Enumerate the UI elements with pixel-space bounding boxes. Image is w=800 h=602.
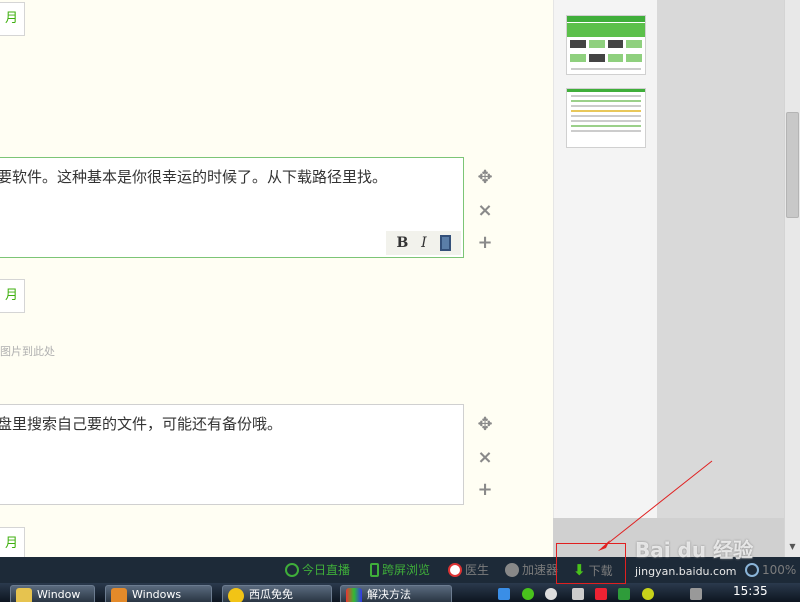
volume-tray-icon[interactable] [572, 588, 584, 600]
display-tray-icon[interactable] [690, 588, 702, 600]
step-text-box-2[interactable]: 盘里搜索自己要的文件，可能还有备份哦。 [0, 404, 464, 505]
task-label: Windows [132, 588, 182, 601]
status-label: 今日直播 [302, 563, 351, 577]
status-label: 加速器 [522, 563, 559, 577]
add-icon[interactable]: + [474, 479, 496, 501]
play-circle-icon [285, 563, 299, 577]
taskbar-window-4[interactable]: 解决方法 [340, 585, 452, 602]
update-tray-icon[interactable] [642, 588, 654, 600]
medical-cross-icon [448, 563, 462, 577]
add-icon[interactable]: + [474, 232, 496, 254]
watermelon-icon [228, 588, 244, 602]
add-step-button-middle[interactable]: 月 [0, 279, 25, 313]
scroll-down-arrow-icon[interactable]: ▼ [786, 540, 799, 554]
doctor-button[interactable]: 医生 [448, 561, 489, 579]
taskbar-window-3[interactable]: 西瓜免免 [222, 585, 332, 602]
step-text-1: 要软件。这种基本是你很幸运的时候了。从下载路径里找。 [0, 168, 388, 186]
watermark-brand: Bai du 经验 [635, 538, 754, 562]
task-label: 解决方法 [367, 588, 411, 601]
phone-icon [370, 563, 379, 577]
qq-tray-icon[interactable] [545, 588, 557, 600]
task-label: 西瓜免免 [249, 588, 293, 601]
app-tray-icon[interactable] [595, 588, 607, 600]
move-icon[interactable]: ✥ [474, 167, 496, 189]
step-text-box-1[interactable]: 要软件。这种基本是你很幸运的时候了。从下载路径里找。 B I [0, 157, 464, 258]
taskbar-window-1[interactable]: Window [10, 585, 95, 602]
today-live-button[interactable]: 今日直播 [285, 561, 350, 579]
step-text-2: 盘里搜索自己要的文件，可能还有备份哦。 [0, 415, 283, 433]
baidu-jingyan-watermark: Bai du 经验 jingyan.baidu.com [635, 534, 765, 578]
delete-icon[interactable]: × [474, 200, 496, 222]
scrollbar-thumb[interactable] [786, 112, 799, 218]
thumbnail-2[interactable] [566, 88, 646, 148]
security-tray-icon[interactable] [522, 588, 534, 600]
task-label: Window [37, 588, 81, 601]
system-clock[interactable]: 15:35 [733, 583, 768, 599]
add-step-button-bottom[interactable]: 月 [0, 527, 25, 557]
cross-screen-browse-button[interactable]: 跨屏浏览 [370, 561, 430, 579]
format-toolbar: B I [386, 231, 461, 255]
media-icon [111, 588, 127, 602]
thumbnail-1[interactable] [566, 15, 646, 75]
download-highlight-box [556, 543, 626, 584]
add-step-button-top[interactable]: 月 [0, 2, 25, 36]
status-label: 100% [762, 563, 797, 577]
watermark-url: jingyan.baidu.com [635, 565, 737, 578]
network-tray-icon[interactable] [498, 588, 510, 600]
thumbnail-panel [553, 0, 657, 518]
bold-button[interactable]: B [396, 235, 408, 251]
taskbar-window-2[interactable]: Windows [105, 585, 212, 602]
shield-tray-icon[interactable] [618, 588, 630, 600]
rocket-icon [505, 563, 519, 577]
status-label: 跨屏浏览 [382, 563, 431, 577]
status-label: 医生 [465, 563, 490, 577]
move-icon[interactable]: ✥ [474, 414, 496, 436]
windows-taskbar: Window Windows 西瓜免免 解决方法 15:35 [0, 583, 800, 602]
editor-area: 月 要软件。这种基本是你很幸运的时候了。从下载路径里找。 B I ✥ × + 月… [0, 0, 553, 557]
accelerator-button[interactable]: 加速器 [505, 561, 558, 579]
italic-button[interactable]: I [421, 235, 427, 251]
folder-icon [16, 588, 32, 602]
delete-icon[interactable]: × [474, 447, 496, 469]
paint-palette-icon [346, 588, 362, 602]
scrollbar-track[interactable] [784, 0, 800, 557]
film-strip-icon[interactable] [439, 235, 451, 251]
image-drop-hint: 图片到此处 [0, 345, 55, 358]
